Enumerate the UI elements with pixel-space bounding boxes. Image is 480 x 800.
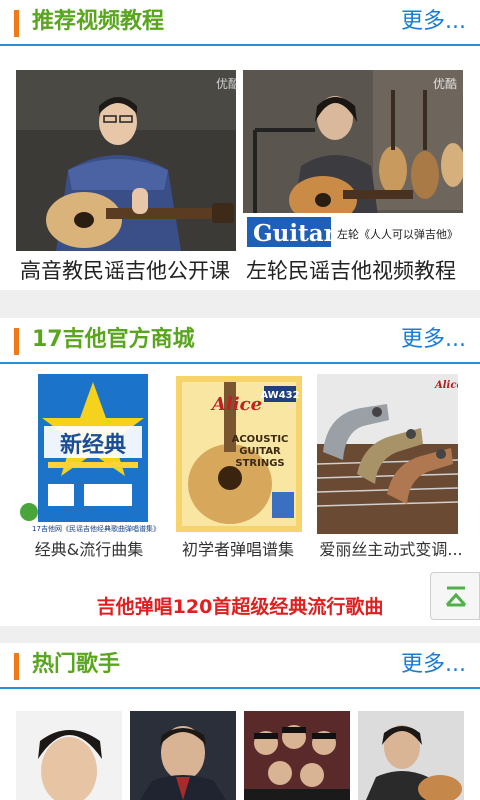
- section-accent-bar: [14, 328, 19, 355]
- book-cover-title: 新经典: [60, 432, 126, 458]
- pack-label-line-2: GUITAR: [239, 446, 281, 457]
- product-caption-1[interactable]: 经典&流行曲集: [14, 537, 164, 563]
- section-accent-bar: [14, 10, 19, 37]
- section-title: 推荐视频教程: [32, 9, 165, 34]
- singer-image: [358, 711, 464, 800]
- section-accent-bar: [14, 653, 19, 680]
- video-caption-2[interactable]: 左轮民谣吉他视频教程: [246, 256, 456, 286]
- promo-link[interactable]: 吉他弹唱120首超级经典流行歌曲: [0, 592, 480, 622]
- singer-photo-1[interactable]: [16, 711, 122, 800]
- section-title: 17吉他官方商城: [32, 327, 195, 352]
- string-pack-image: Alice AW432 ACOUSTIC GUITAR STRINGS: [168, 374, 309, 534]
- more-link[interactable]: 更多...: [401, 650, 466, 680]
- book-cover-footer: 17吉他网《民谣吉他经典歌曲弹唱谱集》: [32, 524, 159, 533]
- banner-text: 左轮《人人可以弹吉他》: [337, 227, 458, 241]
- video-thumbnail-2[interactable]: Guitar 左轮《人人可以弹吉他》 优酷: [243, 70, 463, 251]
- hot-singers-header: 热门歌手 更多...: [0, 643, 480, 689]
- singer-image: [130, 711, 236, 800]
- pack-label-line-1: ACOUSTIC: [232, 434, 289, 445]
- video-caption-1[interactable]: 高音教民谣吉他公开课: [20, 256, 230, 286]
- brand-logo: Alice: [434, 380, 458, 391]
- product-caption-2[interactable]: 初学者弹唱谱集: [163, 537, 313, 563]
- singer-photo-2[interactable]: [130, 711, 236, 800]
- book-cover-image: 新经典 17吉他网《民谣吉他经典歌曲弹唱谱集》: [18, 374, 159, 534]
- model-number: AW432: [260, 390, 299, 401]
- singer-photo-3[interactable]: [244, 711, 350, 800]
- product-image-3[interactable]: Alice: [317, 374, 458, 534]
- recommended-videos-header: 推荐视频教程 更多...: [0, 0, 480, 46]
- arrow-up-to-line-icon: [445, 586, 467, 607]
- watermark-text: 优酷: [433, 77, 457, 91]
- official-store-header: 17吉他官方商城 更多...: [0, 318, 480, 364]
- product-caption-3[interactable]: 爱丽丝主动式变调...: [316, 537, 466, 563]
- singer-image: [244, 711, 350, 800]
- singer-image: [16, 711, 122, 800]
- banner-word: Guitar: [253, 220, 337, 247]
- pack-label-line-3: STRINGS: [235, 458, 284, 469]
- more-link[interactable]: 更多...: [401, 325, 466, 355]
- brand-logo: Alice: [210, 394, 262, 415]
- product-image-1[interactable]: 新经典 17吉他网《民谣吉他经典歌曲弹唱谱集》: [18, 374, 159, 534]
- capo-image: Alice: [317, 374, 458, 534]
- more-link[interactable]: 更多...: [401, 7, 466, 37]
- video-thumbnail-image: 优酷: [16, 70, 236, 251]
- scroll-to-top-button[interactable]: [430, 572, 480, 620]
- product-image-2[interactable]: Alice AW432 ACOUSTIC GUITAR STRINGS: [168, 374, 309, 534]
- video-thumbnail-1[interactable]: 优酷: [16, 70, 236, 251]
- singer-photo-4[interactable]: [358, 711, 464, 800]
- recommended-videos-section: 推荐视频教程 更多... 优酷 高音教民谣吉他公开课 Guitar 左轮《人人可…: [0, 0, 480, 290]
- section-title: 热门歌手: [32, 652, 121, 677]
- video-thumbnail-image: Guitar 左轮《人人可以弹吉他》 优酷: [243, 70, 463, 251]
- watermark-text: 优酷: [216, 77, 236, 91]
